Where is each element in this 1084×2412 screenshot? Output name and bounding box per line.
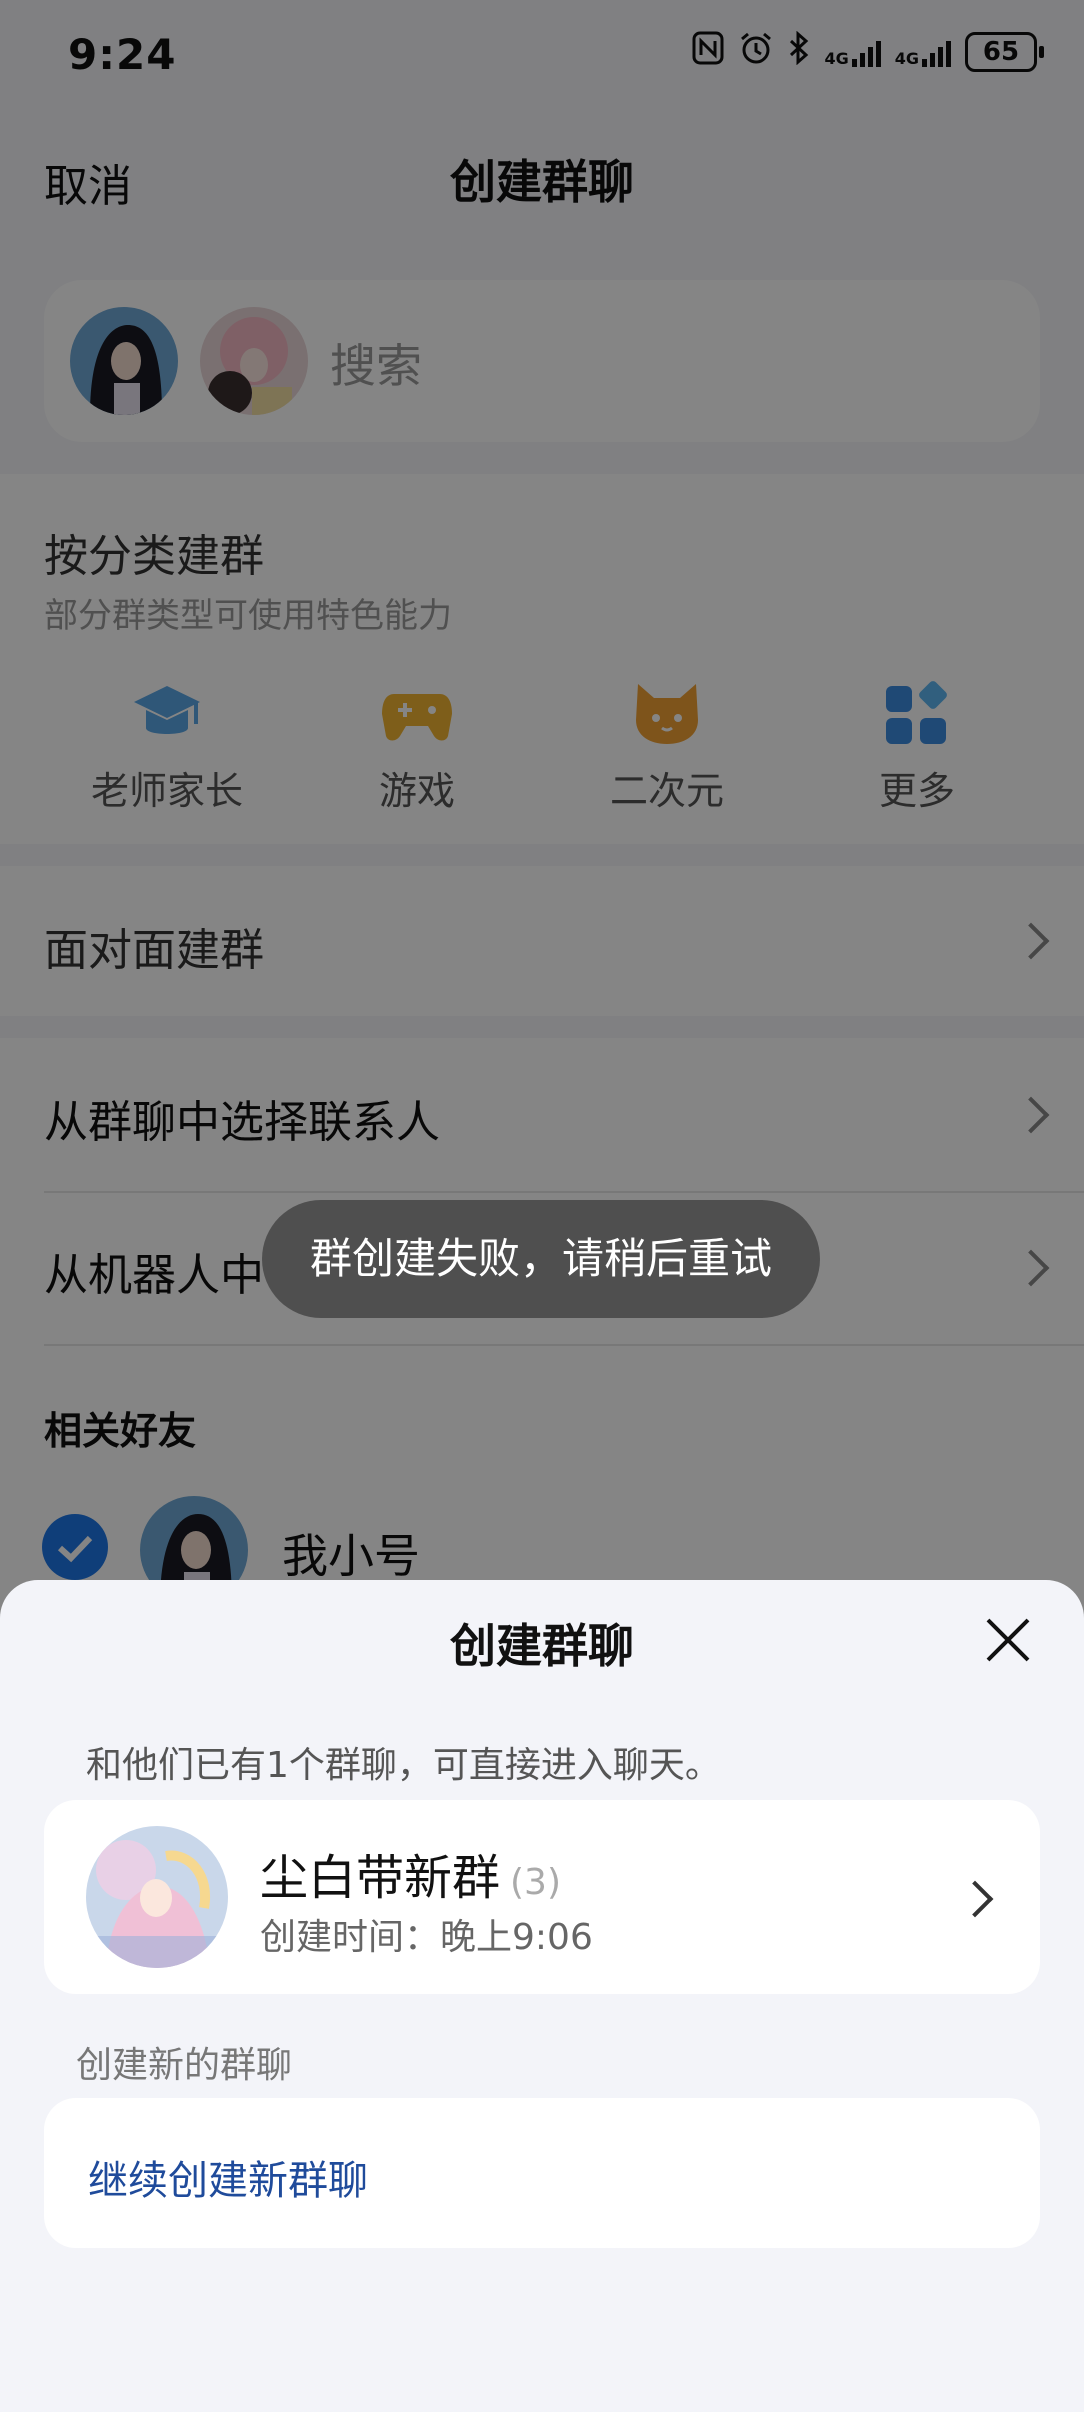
group-member-count: (3) (510, 1862, 562, 1903)
continue-create-button[interactable]: 继续创建新群聊 (88, 2148, 368, 2206)
existing-group-hint: 和他们已有1个群聊，可直接进入聊天。 (86, 1745, 721, 1786)
group-created-time: 创建时间：晚上9:06 (260, 1917, 593, 1958)
sheet-title: 创建群聊 (450, 1619, 634, 1673)
close-icon (986, 1618, 1030, 1662)
new-group-section-label: 创建新的群聊 (76, 2045, 293, 2086)
close-button[interactable] (980, 1612, 1036, 1668)
group-avatar (86, 1826, 228, 1968)
group-name-line: 尘白带新群 (3) (260, 1838, 561, 1908)
toast-message: 群创建失败，请稍后重试 (262, 1200, 820, 1318)
group-name: 尘白带新群 (260, 1850, 501, 1906)
bottom-sheet (0, 1580, 1084, 2412)
